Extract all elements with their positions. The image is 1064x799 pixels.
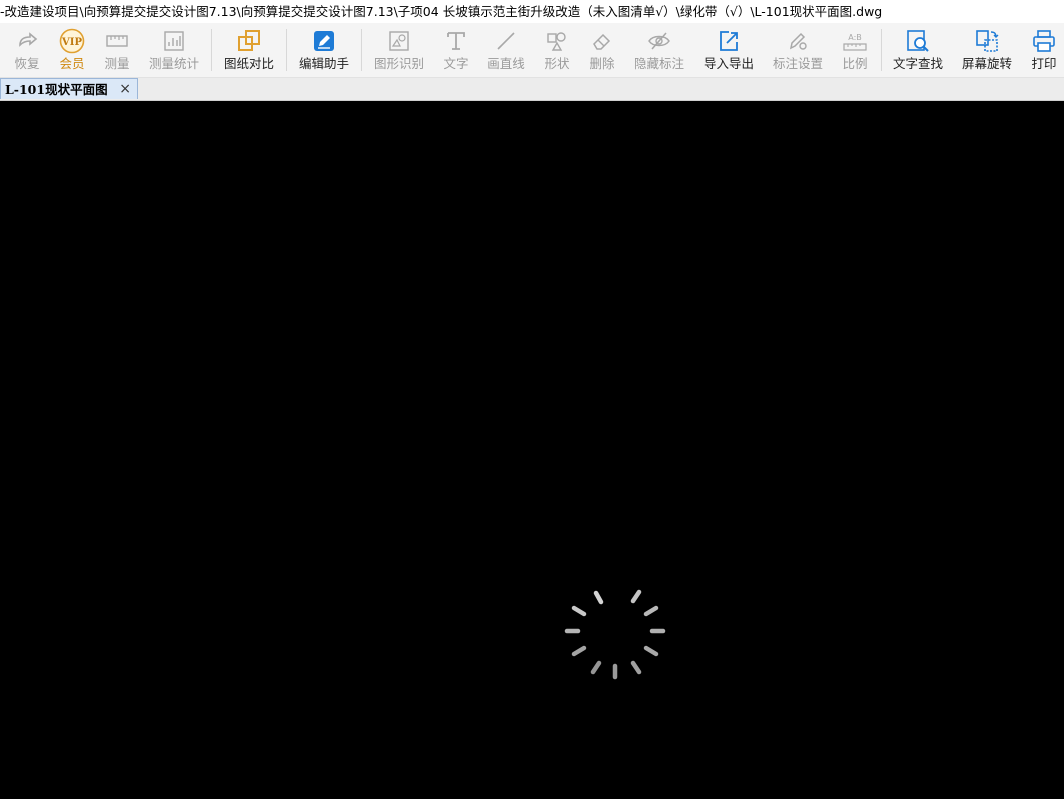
shape-recognition-button[interactable]: 图形识别 — [371, 23, 427, 77]
eye-slash-icon — [646, 28, 672, 54]
text-label: 文字 — [443, 56, 469, 71]
measure-label: 测量 — [104, 56, 130, 71]
ruler-icon — [104, 28, 130, 54]
text-button[interactable]: 文字 — [437, 23, 475, 77]
mark-settings-button[interactable]: 标注设置 — [770, 23, 826, 77]
overlap-squares-icon — [236, 28, 262, 54]
shape-label: 形状 — [544, 56, 570, 71]
edit-assistant-label: 编辑助手 — [298, 56, 349, 71]
measure-stats-label: 测量统计 — [148, 56, 199, 71]
stats-icon — [161, 28, 187, 54]
measure-stats-button[interactable]: 测量统计 — [146, 23, 202, 77]
drawing-canvas[interactable] — [0, 101, 1064, 799]
toolbar-separator — [211, 29, 212, 71]
import-export-button[interactable]: 导入导出 — [701, 23, 757, 77]
rotate-screen-label: 屏幕旋转 — [961, 56, 1012, 71]
undo-button[interactable]: 恢复 — [8, 23, 46, 77]
document-tab-bar: L-101现状平面图 × — [0, 78, 1064, 101]
vip-badge-icon: VIP — [59, 28, 85, 54]
text-t-icon — [443, 28, 469, 54]
compare-label: 图纸对比 — [223, 56, 274, 71]
shape-recognition-icon — [386, 28, 412, 54]
scale-button[interactable]: A:B 比例 — [836, 23, 874, 77]
text-search-label: 文字查找 — [892, 56, 943, 71]
print-button[interactable]: 打印 — [1026, 23, 1062, 77]
pen-gear-icon — [785, 28, 811, 54]
shape-button[interactable]: 形状 — [538, 23, 576, 77]
scale-ab-icon: A:B — [842, 28, 868, 54]
rotate-screen-icon — [974, 28, 1000, 54]
toolbar-separator — [881, 29, 882, 71]
toolbar-separator — [361, 29, 362, 71]
hide-marks-button[interactable]: 隐藏标注 — [631, 23, 687, 77]
undo-label: 恢复 — [14, 56, 40, 71]
import-export-label: 导入导出 — [703, 56, 754, 71]
rotate-screen-button[interactable]: 屏幕旋转 — [959, 23, 1015, 77]
loading-spinner-icon — [564, 589, 666, 680]
delete-button[interactable]: 删除 — [583, 23, 621, 77]
line-label: 画直线 — [487, 56, 525, 71]
tab-l101-plan[interactable]: L-101现状平面图 × — [0, 78, 138, 99]
line-button[interactable]: 画直线 — [484, 23, 528, 77]
window-title: -改造建设项目\向预算提交提交设计图7.13\向预算提交提交设计图7.13\子项… — [0, 0, 1064, 23]
undo-arrow-icon — [14, 28, 40, 54]
edit-assistant-button[interactable]: 编辑助手 — [296, 23, 352, 77]
text-search-button[interactable]: 文字查找 — [890, 23, 946, 77]
vip-button[interactable]: VIP 会员 — [53, 23, 91, 77]
compare-button[interactable]: 图纸对比 — [221, 23, 277, 77]
mark-settings-label: 标注设置 — [772, 56, 823, 71]
scale-label: 比例 — [842, 56, 868, 71]
vip-badge-text: VIP — [61, 37, 82, 48]
eraser-icon — [589, 28, 615, 54]
vip-label: 会员 — [59, 56, 85, 71]
printer-icon — [1031, 28, 1057, 54]
toolbar: 恢复 VIP 会员 测量 测量统计 图纸对比 编辑助手 图形识别 文字 画直线 … — [0, 23, 1064, 78]
shape-recognition-label: 图形识别 — [373, 56, 424, 71]
text-search-icon — [905, 28, 931, 54]
line-icon — [493, 28, 519, 54]
scale-glyph: A:B — [848, 33, 862, 42]
import-export-icon — [716, 28, 742, 54]
tab-label: L-101现状平面图 — [5, 82, 108, 97]
toolbar-separator — [286, 29, 287, 71]
measure-button[interactable]: 测量 — [98, 23, 136, 77]
hide-marks-label: 隐藏标注 — [633, 56, 684, 71]
edit-assistant-icon — [311, 28, 337, 54]
print-label: 打印 — [1031, 56, 1057, 71]
shapes-icon — [544, 28, 570, 54]
close-icon[interactable]: × — [119, 79, 131, 100]
delete-label: 删除 — [589, 56, 615, 71]
